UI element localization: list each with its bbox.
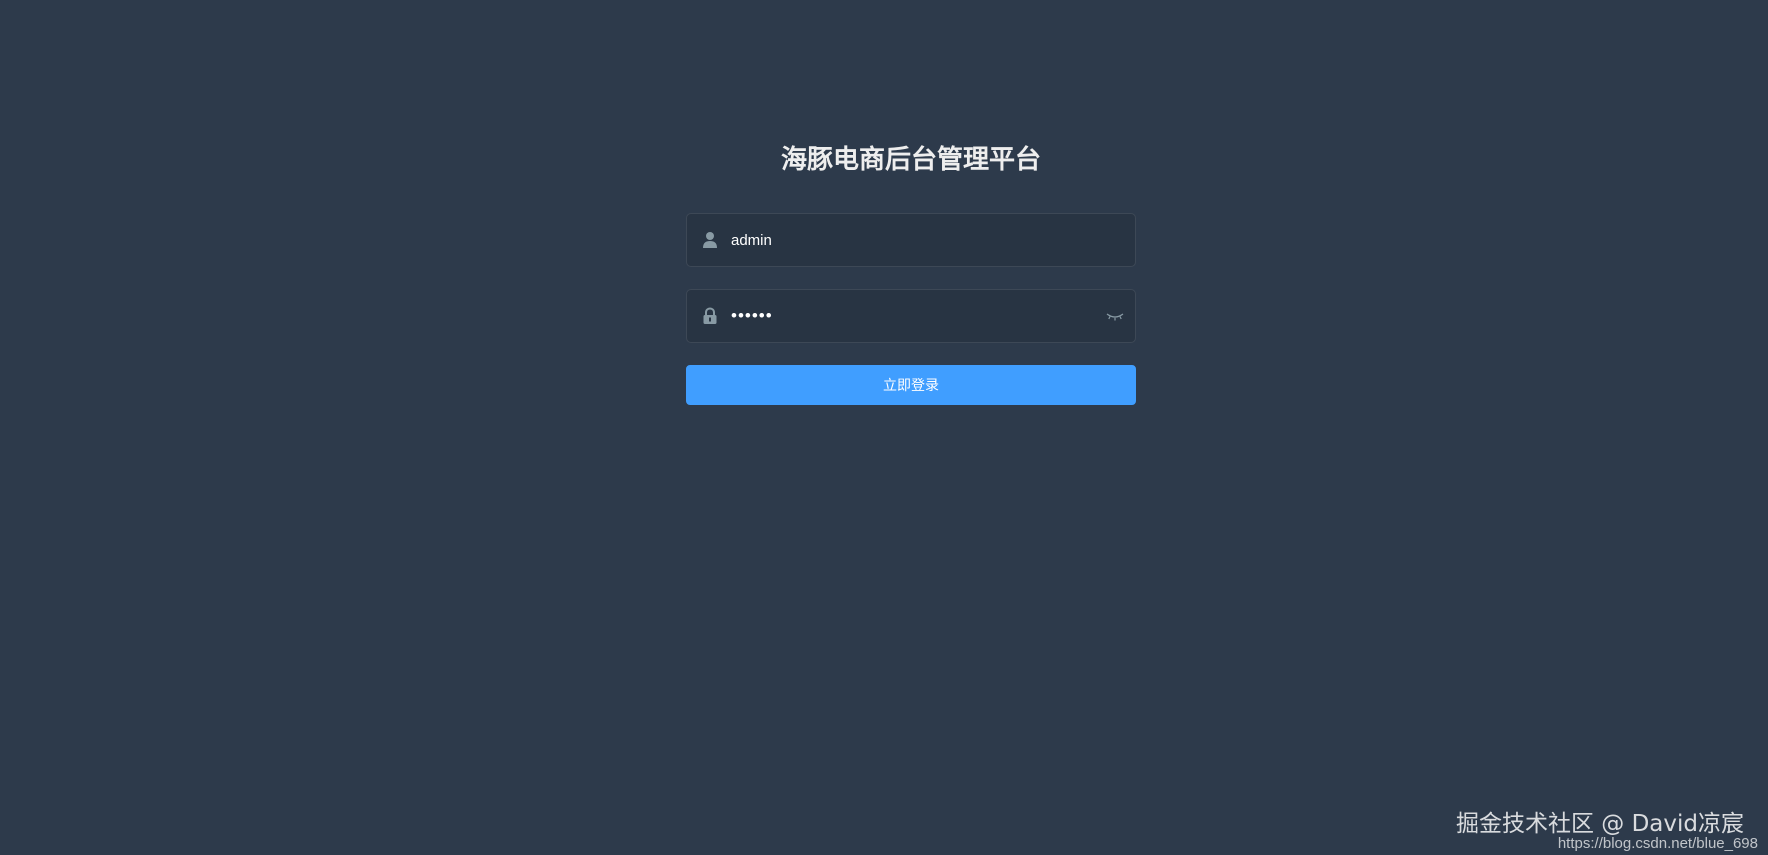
username-input[interactable] [731,214,1091,266]
password-input[interactable] [731,290,1091,342]
login-button[interactable]: 立即登录 [686,365,1136,405]
username-field[interactable] [686,213,1136,267]
lock-icon [701,306,719,326]
password-field[interactable] [686,289,1136,343]
eye-closed-icon[interactable] [1105,309,1125,323]
user-icon [701,230,719,250]
watermark-url: https://blog.csdn.net/blue_698 [1557,835,1758,852]
watermark: 掘金技术社区 @ David凉宸 https://blog.csdn.net/b… [1456,809,1758,852]
login-title: 海豚电商后台管理平台 [780,145,1041,175]
login-form: 海豚电商后台管理平台 立即登录 [686,140,1136,405]
